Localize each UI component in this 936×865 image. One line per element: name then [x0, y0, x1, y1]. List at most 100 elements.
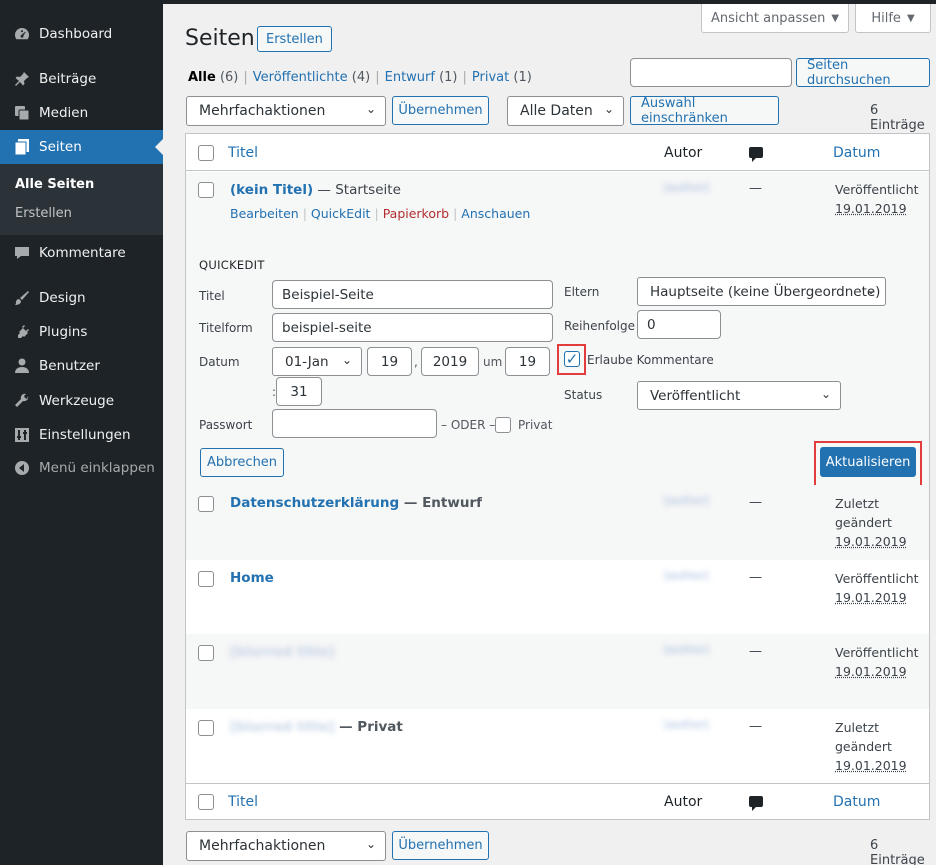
row-date: Veröffentlicht 19.01.2019: [835, 643, 919, 681]
year-input[interactable]: 2019: [421, 347, 479, 376]
sidebar-item-label: Seiten: [39, 139, 82, 155]
submenu-add-new[interactable]: Erstellen: [15, 206, 72, 221]
row-title-link[interactable]: Datenschutzerklärung: [230, 495, 399, 511]
allow-comments-label: Erlaube Kommentare: [587, 353, 714, 367]
sidebar-item-comments[interactable]: Kommentare: [0, 236, 163, 270]
comments-count: —: [749, 644, 762, 659]
author-name[interactable]: [author]: [664, 717, 736, 733]
admin-sidebar: Dashboard Beiträge Medien Seiten Alle Se…: [0, 0, 163, 865]
row-title-link[interactable]: [blurred title]: [230, 644, 334, 660]
date-value: 19.01.2019: [835, 590, 907, 605]
date-status: Zuletzt geändert: [835, 720, 892, 754]
allow-comments-checkbox[interactable]: ✓: [564, 351, 580, 367]
sidebar-item-design[interactable]: Design: [0, 281, 163, 315]
row-checkbox[interactable]: [198, 571, 214, 587]
comment-bubble-icon: [749, 796, 763, 811]
sidebar-item-settings[interactable]: Einstellungen: [0, 418, 163, 452]
bulk-action-select-bottom[interactable]: Mehrfachaktionen ⌄: [186, 831, 386, 861]
help-button[interactable]: Hilfe ▼: [855, 4, 931, 33]
filter-draft[interactable]: Entwurf: [385, 70, 435, 85]
sidebar-item-posts[interactable]: Beiträge: [0, 62, 163, 96]
author-name[interactable]: [author]: [664, 493, 736, 509]
bulk-action-select[interactable]: Mehrfachaktionen ⌄: [186, 96, 386, 126]
day-input[interactable]: 19: [367, 347, 412, 376]
sidebar-item-label: Medien: [39, 105, 89, 121]
table-row: Home [author] — Veröffentlicht 19.01.201…: [186, 560, 929, 634]
row-checkbox[interactable]: [198, 496, 214, 512]
update-button[interactable]: Aktualisieren: [820, 447, 916, 477]
row-checkbox[interactable]: [198, 720, 214, 736]
minute-input[interactable]: 31: [276, 377, 322, 406]
sidebar-item-label: Dashboard: [39, 26, 113, 42]
chevron-down-icon: ⌄: [365, 837, 376, 851]
row-title-link[interactable]: (kein Titel): [230, 182, 313, 198]
password-input[interactable]: [272, 409, 437, 438]
filter-all[interactable]: Alle: [188, 70, 216, 85]
quick-edit-link[interactable]: QuickEdit: [311, 206, 371, 221]
sidebar-item-media[interactable]: Medien: [0, 96, 163, 130]
filter-count: (1): [439, 70, 458, 85]
sidebar-collapse[interactable]: Menü einklappen: [0, 451, 163, 485]
column-title[interactable]: Titel: [228, 794, 258, 810]
filter-private[interactable]: Privat: [472, 70, 509, 85]
date-filter-value: Alle Daten: [520, 103, 593, 119]
screen-options-button[interactable]: Ansicht anpassen ▼: [701, 4, 849, 33]
table-row: (kein Titel) — Startseite Bearbeiten | Qui…: [186, 172, 929, 245]
row-title-link[interactable]: Home: [230, 570, 274, 586]
filter-count: (4): [351, 70, 371, 85]
comments-count: —: [749, 719, 762, 734]
private-checkbox[interactable]: [495, 417, 511, 433]
column-date[interactable]: Datum: [833, 145, 880, 161]
date-value: 19.01.2019: [835, 201, 907, 216]
add-new-page-button[interactable]: Erstellen: [257, 26, 332, 52]
author-name[interactable]: [author]: [664, 180, 736, 196]
select-all-checkbox[interactable]: [198, 794, 214, 810]
sidebar-item-label: Benutzer: [39, 358, 100, 374]
row-title-link[interactable]: [blurred title]: [230, 719, 334, 735]
row-checkbox[interactable]: [198, 645, 214, 661]
view-link[interactable]: Anschauen: [461, 206, 530, 221]
row-checkbox[interactable]: [198, 182, 214, 198]
filter-button[interactable]: Auswahl einschränken: [630, 96, 779, 126]
author-name[interactable]: [author]: [664, 568, 736, 584]
parent-value: Hauptseite (keine Übergeordnete): [650, 283, 881, 300]
filter-published[interactable]: Veröffentlichte: [253, 70, 348, 85]
month-select[interactable]: 01-Jan ⌄: [272, 347, 362, 376]
row-state: — Startseite: [313, 182, 401, 198]
sidebar-item-users[interactable]: Benutzer: [0, 349, 163, 383]
or-text: – ODER –: [441, 418, 496, 432]
date-filter-select[interactable]: Alle Daten ⌄: [507, 96, 624, 126]
search-pages-button[interactable]: Seiten durchsuchen: [796, 58, 930, 88]
order-input[interactable]: 0: [637, 310, 721, 339]
apply-bulk-button[interactable]: Übernehmen: [392, 96, 489, 125]
cancel-button[interactable]: Abbrechen: [200, 448, 284, 477]
quick-edit-panel: QUICKEDIT Titel Beispiel-Seite Titelform…: [186, 245, 929, 487]
select-all-checkbox[interactable]: [198, 145, 214, 161]
date-value: 19.01.2019: [835, 664, 907, 679]
apply-bulk-button-bottom[interactable]: Übernehmen: [392, 831, 489, 860]
sidebar-item-pages[interactable]: Seiten: [0, 130, 163, 164]
search-input[interactable]: [630, 58, 792, 87]
column-date[interactable]: Datum: [833, 794, 880, 810]
table-row: [blurred title] [author] — Veröffentlich…: [186, 634, 929, 709]
sidebar-item-dashboard[interactable]: Dashboard: [0, 17, 163, 51]
trash-link[interactable]: Papierkorb: [383, 206, 449, 221]
column-title[interactable]: Titel: [228, 145, 258, 161]
submenu-all-pages[interactable]: Alle Seiten: [15, 177, 94, 192]
title-input[interactable]: Beispiel-Seite: [272, 280, 553, 309]
caret-down-icon: ▼: [831, 12, 840, 24]
date-status: Veröffentlicht: [835, 182, 919, 197]
slug-input[interactable]: beispiel-seite: [272, 313, 553, 342]
sidebar-item-tools[interactable]: Werkzeuge: [0, 384, 163, 418]
status-select[interactable]: Veröffentlicht ⌄: [637, 381, 841, 410]
hour-input[interactable]: 19: [505, 347, 550, 376]
author-name[interactable]: [author]: [664, 642, 736, 658]
parent-select[interactable]: Hauptseite (keine Übergeordnete) ⌄: [637, 277, 886, 306]
comments-count: —: [749, 181, 762, 196]
quick-edit-heading: QUICKEDIT: [199, 258, 265, 272]
edit-link[interactable]: Bearbeiten: [230, 206, 299, 221]
status-filter-links: Alle (6) | Veröffentlichte (4) | Entwurf (…: [188, 70, 532, 85]
comments-count: —: [749, 570, 762, 585]
sidebar-item-plugins[interactable]: Plugins: [0, 315, 163, 349]
filter-count: (6): [219, 70, 239, 85]
